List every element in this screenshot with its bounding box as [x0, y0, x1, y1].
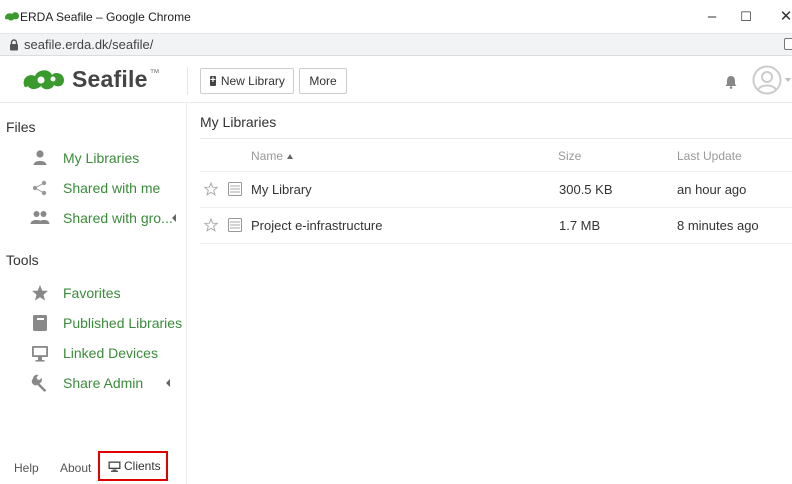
library-name-link[interactable]: Project e-infrastructure	[251, 218, 383, 233]
library-icon	[228, 182, 242, 196]
tools-heading: Tools	[6, 252, 39, 268]
sidebar-item-label: Favorites	[63, 285, 121, 301]
sort-ascending-icon	[287, 154, 294, 159]
group-icon	[29, 208, 51, 228]
maximize-button[interactable]: ☐	[734, 6, 758, 28]
seafile-logo[interactable]: Seafile ™	[22, 60, 160, 98]
sidebar-item-my-libraries[interactable]: My Libraries	[0, 145, 187, 171]
logo-text: Seafile	[72, 65, 148, 92]
book-icon	[29, 313, 51, 333]
minimize-button[interactable]: –	[700, 6, 724, 28]
sidebar: Files My Libraries Shared with me Shared…	[0, 103, 187, 484]
about-link[interactable]: About	[60, 461, 91, 475]
page-title: My Libraries	[200, 114, 277, 130]
main-content: My Libraries Name Size Last Update My Li…	[188, 103, 792, 484]
library-name-link[interactable]: My Library	[251, 182, 312, 197]
address-bar[interactable]: seafile.erda.dk/seafile/	[0, 34, 792, 56]
sidebar-item-published-libraries[interactable]: Published Libraries	[0, 310, 187, 336]
table-row[interactable]: My Library 300.5 KB an hour ago	[200, 171, 792, 207]
monitor-icon	[108, 461, 121, 472]
header-divider	[187, 67, 188, 95]
logo-trademark: ™	[149, 67, 160, 79]
expand-caret-icon[interactable]	[172, 214, 176, 222]
expand-caret-icon[interactable]	[166, 379, 170, 387]
seafile-app-icon	[5, 12, 19, 21]
star-outline-icon[interactable]	[204, 218, 218, 232]
sidebar-item-label: Shared with me	[63, 180, 161, 196]
more-button[interactable]: More	[299, 68, 347, 94]
avatar-dropdown-caret-icon[interactable]	[785, 78, 791, 82]
sidebar-item-label: Share Admin	[63, 375, 144, 391]
plus-icon: +	[210, 75, 216, 86]
sidebar-item-shared-with-me[interactable]: Shared with me	[0, 175, 187, 201]
clients-link[interactable]: Clients	[98, 451, 168, 481]
avatar-icon[interactable]	[752, 65, 782, 95]
clients-label: Clients	[124, 459, 161, 473]
library-size: 300.5 KB	[559, 182, 613, 197]
bell-icon[interactable]	[724, 75, 738, 89]
user-icon	[29, 148, 51, 168]
url-text[interactable]: seafile.erda.dk/seafile/	[24, 37, 153, 52]
wrench-icon	[29, 373, 51, 393]
library-size: 1.7 MB	[559, 218, 601, 233]
star-icon	[29, 283, 51, 303]
sidebar-item-shared-with-groups[interactable]: Shared with gro...	[0, 205, 187, 231]
title-divider	[200, 138, 792, 139]
share-icon	[29, 178, 51, 198]
library-icon	[228, 218, 242, 232]
window-titlebar: ERDA Seafile – Google Chrome – ☐ ✕	[0, 0, 792, 34]
column-header-size[interactable]: Size	[558, 149, 581, 163]
seafile-logo-icon	[23, 70, 64, 90]
library-last-update: an hour ago	[677, 182, 747, 197]
sidebar-item-label: Linked Devices	[63, 345, 158, 361]
monitor-icon	[29, 343, 51, 363]
new-library-button[interactable]: + New Library	[200, 68, 294, 94]
column-header-name[interactable]: Name	[251, 149, 294, 163]
table-bottom-border	[200, 243, 792, 244]
help-link[interactable]: Help	[14, 461, 39, 475]
column-header-last-update[interactable]: Last Update	[677, 149, 742, 163]
sidebar-item-label: Shared with gro...	[63, 210, 173, 226]
sidebar-item-label: Published Libraries	[63, 315, 183, 331]
sidebar-item-label: My Libraries	[63, 150, 140, 166]
table-row[interactable]: Project e-infrastructure 1.7 MB 8 minute…	[200, 207, 792, 243]
window-title: ERDA Seafile – Google Chrome	[20, 10, 191, 24]
sidebar-item-linked-devices[interactable]: Linked Devices	[0, 340, 187, 366]
column-header-name-label: Name	[251, 149, 284, 163]
close-button[interactable]: ✕	[774, 6, 792, 28]
more-label: More	[309, 74, 337, 88]
library-last-update: 8 minutes ago	[677, 218, 759, 233]
files-heading: Files	[6, 119, 36, 135]
sidebar-item-share-admin[interactable]: Share Admin	[0, 370, 187, 396]
app-header: Seafile ™ + New Library More	[0, 56, 792, 103]
sidebar-item-favorites[interactable]: Favorites	[0, 280, 187, 306]
extension-icon[interactable]	[784, 38, 792, 50]
new-library-label: New Library	[220, 74, 285, 88]
star-outline-icon[interactable]	[204, 182, 218, 196]
lock-icon	[10, 39, 18, 51]
sidebar-footer: Help About Clients	[0, 451, 187, 484]
